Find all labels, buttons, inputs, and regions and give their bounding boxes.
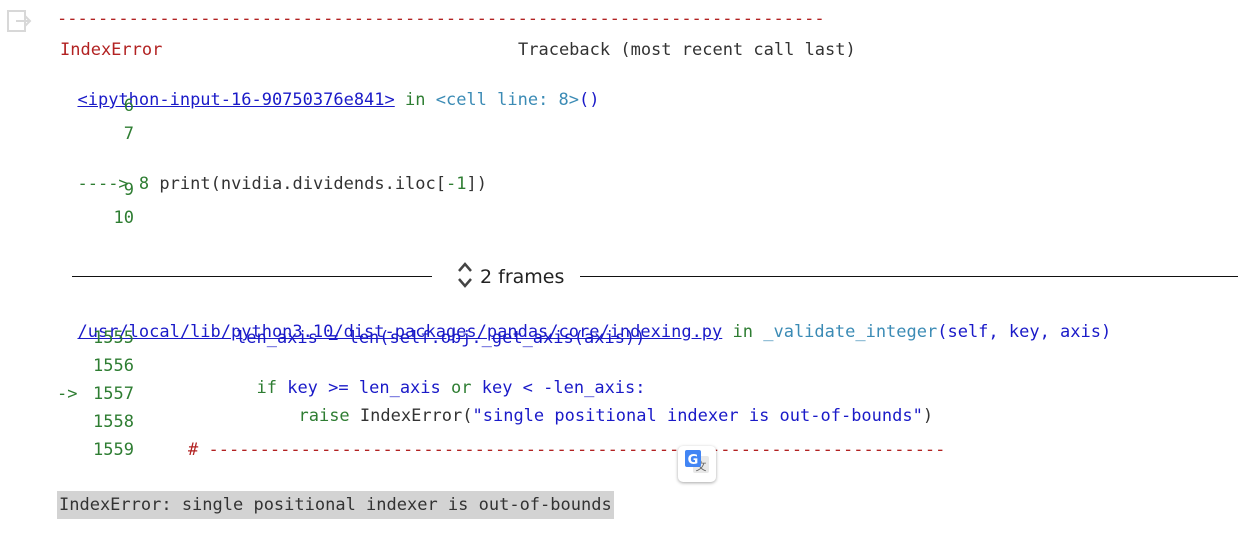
traceback-header: Traceback (most recent call last) xyxy=(518,40,856,60)
keyword: raise xyxy=(298,406,350,426)
translate-button[interactable]: 文 G xyxy=(678,446,716,482)
code-text: ) xyxy=(922,406,934,426)
frames-divider-left xyxy=(72,276,432,277)
frame1-code: print(nvidia.dividends.iloc[ xyxy=(159,174,446,194)
frame1-line-number: 9 xyxy=(123,180,134,200)
frame2-args: (self, key, axis) xyxy=(937,322,1112,342)
error-name: IndexError xyxy=(60,40,163,60)
frame2-line-number: 1557 xyxy=(93,384,134,404)
frames-collapse-bar: 2 frames xyxy=(72,260,1238,295)
frame2-code: raise IndexError("single positional inde… xyxy=(278,383,933,426)
frame1-line-number: 10 xyxy=(113,208,134,228)
frame2-line-number: 1559 xyxy=(93,440,134,460)
frame1-current-line: ----> 8 print(nvidia.dividends.iloc[-1]) xyxy=(57,151,486,194)
comment-dashes: ----------------------------------------… xyxy=(198,440,946,460)
output-action-icon[interactable] xyxy=(6,8,32,34)
frame1-code-suffix: ]) xyxy=(466,174,487,194)
exception-name: IndexError( xyxy=(349,406,473,426)
traceback-separator: ----------------------------------------… xyxy=(57,9,825,29)
keyword: if xyxy=(256,378,277,398)
frame2-line-number: 1555 xyxy=(93,328,134,348)
frame1-line-number: 8 xyxy=(138,174,150,194)
frame2-function: _validate_integer xyxy=(763,322,938,342)
svg-text:G: G xyxy=(688,453,699,468)
frame2-header: /usr/local/lib/python3.10/dist-packages/… xyxy=(57,299,1111,342)
google-translate-icon: 文 G xyxy=(682,447,712,482)
frame1-in-text: in xyxy=(394,90,436,110)
string-literal: "single positional indexer is out-of-bou… xyxy=(472,406,923,426)
frame1-line-number: 7 xyxy=(123,124,134,144)
comment-hash: # xyxy=(188,440,199,460)
frames-divider-right xyxy=(580,276,1238,277)
frame2-code: if key >= len_axis or key < -len_axis: xyxy=(236,355,645,398)
unfold-chevron-icon xyxy=(456,260,474,295)
frame2-line-number: 1556 xyxy=(93,356,134,376)
frames-toggle-button[interactable]: 2 frames xyxy=(456,260,565,295)
comment-line: # --------------------------------------… xyxy=(188,439,945,461)
frames-toggle-label: 2 frames xyxy=(480,266,565,288)
frame2-line-number: 1558 xyxy=(93,412,134,432)
frame1-location-suffix: () xyxy=(579,90,600,110)
frame1-code-number: -1 xyxy=(446,174,467,194)
frame2-in-text: in xyxy=(722,322,764,342)
frame1-line-number: 6 xyxy=(123,96,134,116)
frame1-location: <cell line: 8> xyxy=(435,90,580,110)
frame2-code: len_axis = len(self.obj._get_axis(axis)) xyxy=(236,328,646,348)
error-summary: IndexError: single positional indexer is… xyxy=(57,491,614,519)
frame1-header: <ipython-input-16-90750376e841> in <cell… xyxy=(57,67,599,110)
